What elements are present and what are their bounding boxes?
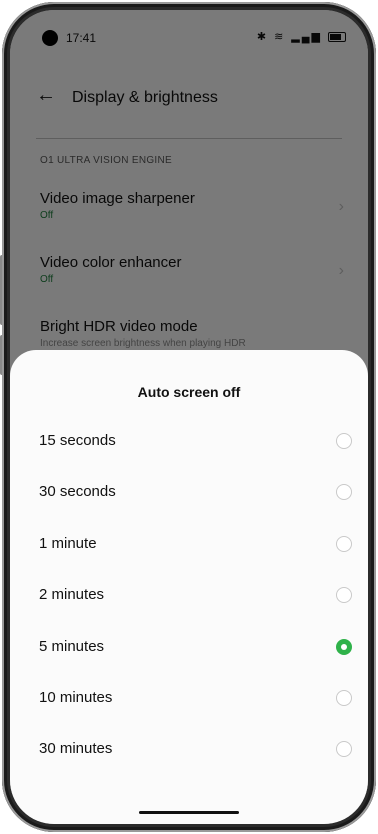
home-indicator[interactable] xyxy=(139,811,239,814)
screen: 17:41 ✱ ≋ ▂▄▆ ← Display & brightness O1 … xyxy=(10,10,368,824)
option-15-seconds[interactable]: 15 seconds xyxy=(10,422,368,462)
sheet-title: Auto screen off xyxy=(137,384,241,400)
radio-button[interactable] xyxy=(336,484,352,500)
radio-button[interactable] xyxy=(336,690,352,706)
radio-button[interactable] xyxy=(336,536,352,552)
option-30-minutes[interactable]: 30 minutes xyxy=(10,730,368,770)
option-5-minutes[interactable]: 5 minutes xyxy=(10,628,368,668)
option-label: 5 minutes xyxy=(39,638,105,655)
radio-button[interactable] xyxy=(336,741,352,757)
option-label: 10 minutes xyxy=(39,689,113,706)
phone-device: 17:41 ✱ ≋ ▂▄▆ ← Display & brightness O1 … xyxy=(0,0,378,834)
auto-screen-off-sheet: Auto screen off 15 seconds 30 seconds 1 … xyxy=(10,350,368,824)
option-label: 30 minutes xyxy=(39,740,113,757)
option-label: 30 seconds xyxy=(39,483,116,500)
radio-button-selected[interactable] xyxy=(336,639,352,655)
option-2-minutes[interactable]: 2 minutes xyxy=(10,576,368,616)
option-1-minute[interactable]: 1 minute xyxy=(10,525,368,565)
option-label: 1 minute xyxy=(39,535,97,552)
option-label: 2 minutes xyxy=(39,586,105,603)
radio-button[interactable] xyxy=(336,433,352,449)
option-10-minutes[interactable]: 10 minutes xyxy=(10,679,368,719)
option-30-seconds[interactable]: 30 seconds xyxy=(10,473,368,513)
option-label: 15 seconds xyxy=(39,432,116,449)
radio-button[interactable] xyxy=(336,587,352,603)
